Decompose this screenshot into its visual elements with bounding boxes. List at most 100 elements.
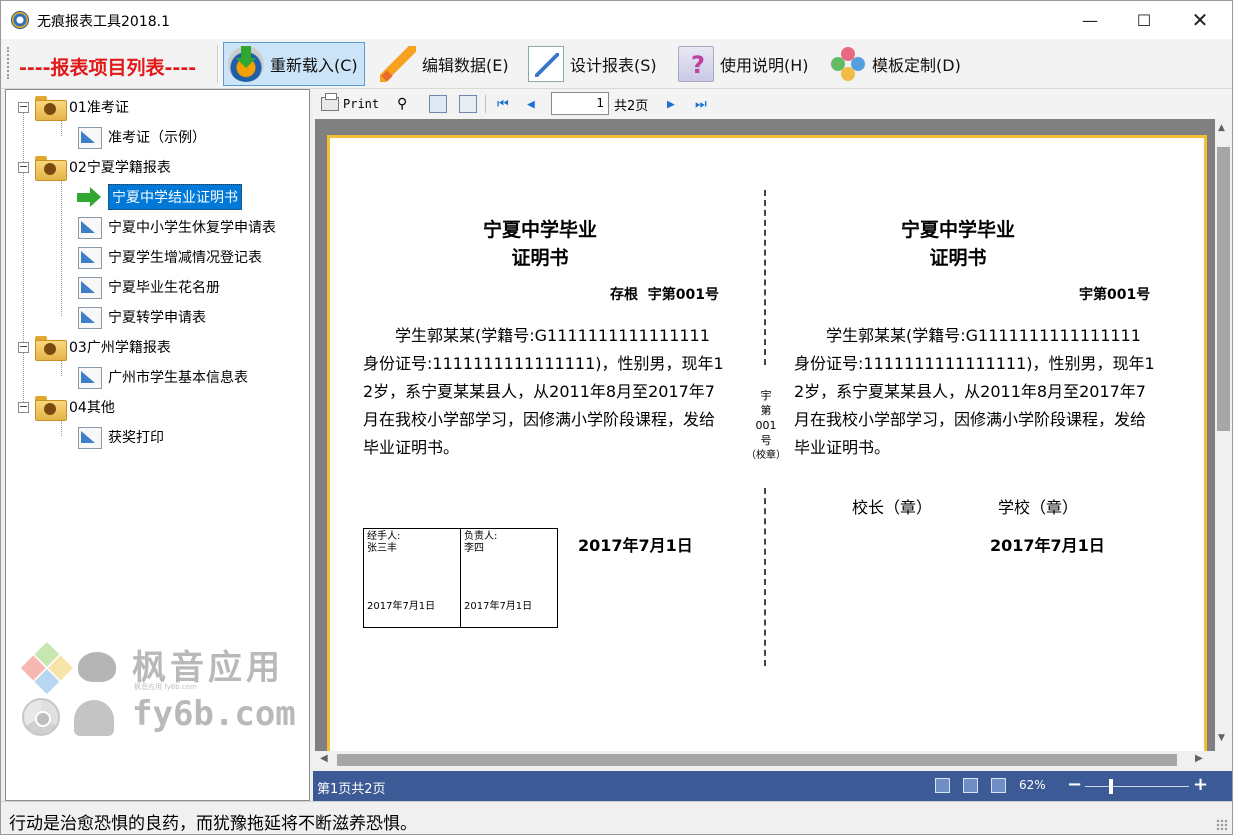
reload-label: 重新载入(C) — [270, 56, 358, 75]
reload-button[interactable]: 重新载入(C) — [223, 42, 365, 86]
report-icon — [76, 125, 102, 149]
pencil-icon — [380, 46, 416, 82]
left-title-line1: 宁夏中学毕业 — [482, 219, 597, 241]
next-page-button[interactable]: ▶ — [667, 94, 675, 114]
toolbar-grip[interactable] — [7, 47, 9, 79]
page-total: 共2页 — [614, 98, 649, 114]
tree-item[interactable]: 宁夏学生增减情况登记表 — [76, 242, 262, 272]
print-label: Print — [343, 97, 380, 111]
tree-line — [61, 180, 62, 316]
horizontal-scroll-thumb[interactable] — [337, 754, 1177, 766]
status-message: 行动是治愈恐惧的良药，而犹豫拖延将不断滋养恐惧。 — [9, 814, 417, 834]
tree-group-04[interactable]: − 04其他 — [18, 392, 115, 422]
signature-table: 经手人: 张三丰 2017年7月1日 负责人: 李四 2017年7月1日 — [363, 528, 558, 628]
report-tree[interactable]: − 01准考证 准考证（示例） − 02宁夏学籍报表 宁夏中学结业证明书 宁夏中… — [5, 89, 310, 801]
zoom-slider-track[interactable] — [1085, 786, 1189, 787]
collapse-toggle[interactable]: − — [18, 341, 29, 353]
tree-item[interactable]: 准考证（示例） — [76, 122, 206, 152]
tree-line — [61, 420, 62, 436]
view-single-icon[interactable] — [935, 778, 950, 793]
tree-line — [61, 120, 62, 136]
maximize-button[interactable]: ☐ — [1121, 1, 1167, 39]
status-bar: 行动是治愈恐惧的良药，而犹豫拖延将不断滋养恐惧。 — [1, 801, 1232, 834]
tree-item-label: 宁夏学生增减情况登记表 — [108, 250, 262, 266]
minimize-button[interactable]: — — [1067, 1, 1113, 39]
tree-item[interactable]: 宁夏中小学生休复学申请表 — [76, 212, 276, 242]
preview-canvas[interactable]: 宁夏中学毕业 证明书 存根 宇第001号 学生郭某某(学籍号:G11111111… — [315, 119, 1215, 751]
zoom-level: 62% — [1019, 778, 1046, 792]
tree-group-01[interactable]: − 01准考证 — [18, 92, 129, 122]
tree-item-label: 宁夏中学结业证明书 — [108, 184, 242, 210]
prev-page-button[interactable]: ◀ — [527, 94, 535, 114]
help-button[interactable]: 使用说明(H) — [673, 42, 816, 86]
chrome-logo-icon — [22, 698, 60, 736]
owner-name: 李四 — [464, 543, 484, 554]
right-title-line2: 证明书 — [929, 247, 987, 269]
tree-item[interactable]: 广州市学生基本信息表 — [76, 362, 248, 392]
windows-logo-icon — [20, 641, 75, 695]
tree-item[interactable]: 宁夏转学申请表 — [76, 302, 206, 332]
folder-icon — [35, 395, 67, 421]
vertical-scrollbar[interactable]: ▲ ▼ — [1215, 119, 1232, 751]
export-button[interactable] — [459, 94, 477, 114]
scroll-up-icon[interactable]: ▲ — [1218, 123, 1225, 133]
view-page-icon[interactable] — [963, 778, 978, 793]
design-report-button[interactable]: 设计报表(S) — [523, 42, 664, 86]
collapse-toggle[interactable]: − — [18, 161, 29, 173]
last-page-icon: ⏭ — [695, 96, 707, 112]
view-multi-icon[interactable] — [991, 778, 1006, 793]
zoom-out-button[interactable]: − — [1067, 774, 1082, 795]
report-icon — [76, 305, 102, 329]
zoom-slider-thumb[interactable] — [1109, 779, 1113, 794]
scroll-left-icon[interactable]: ◀ — [320, 753, 328, 764]
seal-text: 宇 第 001 号 （校章） — [746, 388, 786, 463]
print-button[interactable]: Print — [321, 93, 380, 114]
tree-item-label: 广州市学生基本信息表 — [108, 370, 248, 386]
preview-toolbar: Print ⚲ ⏮ ◀ 1 共2页 ▶ ⏭ — [313, 89, 1232, 119]
first-page-button[interactable]: ⏮ — [497, 94, 509, 114]
first-page-icon: ⏮ — [497, 96, 509, 112]
tree-item[interactable]: 获奖打印 — [76, 422, 164, 452]
resize-grip-icon[interactable] — [1216, 819, 1228, 831]
report-icon — [76, 215, 102, 239]
prev-page-icon: ◀ — [527, 96, 535, 112]
collapse-toggle[interactable]: − — [18, 101, 29, 113]
tree-group-label: 02宁夏学籍报表 — [69, 160, 171, 176]
page-setup-icon — [429, 95, 447, 113]
find-button[interactable]: ⚲ — [397, 94, 407, 114]
watermark-small: 枫音应用 fy6b.com — [134, 683, 197, 691]
seal-char: 001 — [755, 419, 777, 432]
scroll-right-icon[interactable]: ▶ — [1195, 753, 1203, 764]
issuer-cell: 经手人: 张三丰 2017年7月1日 — [364, 529, 461, 627]
template-button[interactable]: 模板定制(D) — [825, 42, 968, 86]
template-label: 模板定制(D) — [872, 56, 961, 75]
seal-char: （校章） — [746, 450, 786, 461]
owner-date: 2017年7月1日 — [464, 601, 533, 612]
scroll-down-icon[interactable]: ▼ — [1218, 733, 1225, 743]
zoom-in-button[interactable]: + — [1193, 774, 1208, 795]
edit-data-label: 编辑数据(E) — [422, 56, 509, 75]
tree-group-03[interactable]: − 03广州学籍报表 — [18, 332, 171, 362]
right-cert-body: 学生郭某某(学籍号:G1111111111111111身份证号:11111111… — [794, 326, 1155, 457]
horizontal-scrollbar[interactable]: ◀ ▶ — [315, 751, 1215, 769]
page-number-input[interactable]: 1 — [551, 92, 609, 115]
close-button[interactable]: ✕ — [1177, 1, 1223, 39]
last-page-button[interactable]: ⏭ — [695, 94, 707, 114]
watermark: 枫音应用 枫音应用 fy6b.com fy6b.com — [16, 638, 306, 748]
tree-item[interactable]: 宁夏毕业生花名册 — [76, 272, 220, 302]
left-title-line2: 证明书 — [511, 247, 569, 269]
seal-char: 号 — [760, 434, 772, 447]
report-preview: Print ⚲ ⏮ ◀ 1 共2页 ▶ ⏭ 宁夏中学毕业 证明书 存根 宇第00… — [313, 89, 1232, 801]
report-page: 宁夏中学毕业 证明书 存根 宇第001号 学生郭某某(学籍号:G11111111… — [327, 135, 1207, 751]
perforation-line-bottom — [764, 488, 766, 666]
template-icon — [830, 46, 866, 82]
school-seal: 学校（章） — [998, 498, 1079, 517]
page-setup-button[interactable] — [429, 94, 447, 114]
edit-data-button[interactable]: 编辑数据(E) — [375, 42, 516, 86]
page-info: 第1页共2页 — [317, 782, 386, 797]
tree-item-label: 宁夏毕业生花名册 — [108, 280, 220, 296]
tree-item-selected[interactable]: 宁夏中学结业证明书 — [76, 182, 242, 212]
collapse-toggle[interactable]: − — [18, 401, 29, 413]
tree-group-02[interactable]: − 02宁夏学籍报表 — [18, 152, 171, 182]
vertical-scroll-thumb[interactable] — [1217, 147, 1230, 431]
